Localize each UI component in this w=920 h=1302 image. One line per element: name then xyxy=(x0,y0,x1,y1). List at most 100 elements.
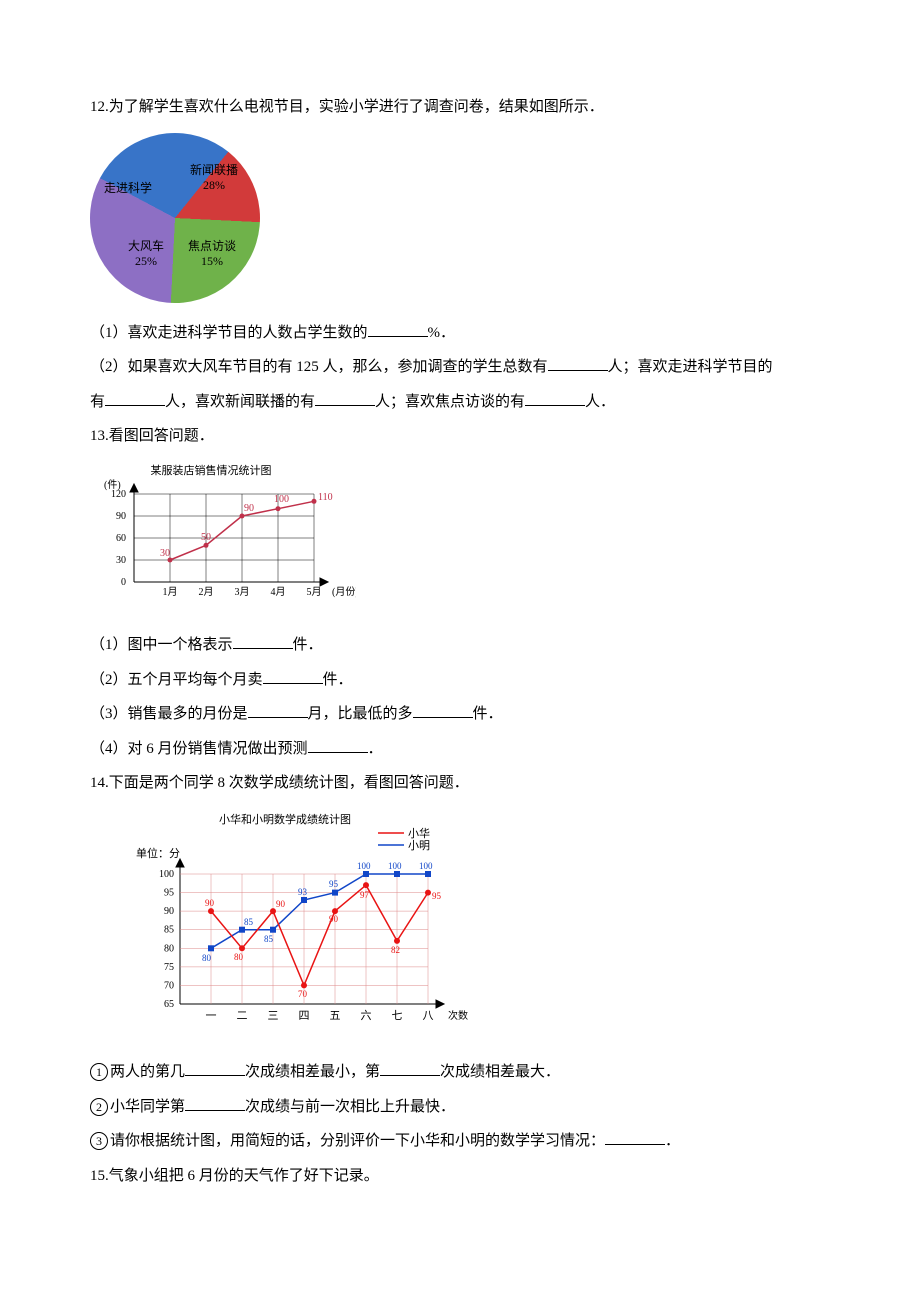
question-text: 人，喜欢新闻联播的有 xyxy=(165,394,315,410)
question-text: 件． xyxy=(323,672,353,688)
tick-label: 65 xyxy=(164,999,174,1010)
data-label: 95 xyxy=(432,891,442,901)
question-text: （2）五个月平均每个月卖 xyxy=(90,672,263,688)
q14-sub3: 3请你根据统计图，用简短的话，分别评价一下小华和小明的数学学习情况：． xyxy=(90,1124,830,1159)
tick-label: 1月 xyxy=(163,586,178,598)
fill-blank[interactable] xyxy=(185,1060,245,1076)
fill-blank[interactable] xyxy=(525,390,585,406)
fill-blank[interactable] xyxy=(413,702,473,718)
data-label: 93 xyxy=(298,887,308,897)
question-text: 月，比最低的多 xyxy=(308,706,413,722)
data-label: 100 xyxy=(419,861,433,871)
tick-label: 4月 xyxy=(271,586,286,598)
x-axis-label: 次数 xyxy=(448,1009,468,1022)
data-label: 95 xyxy=(329,879,339,889)
pie-slice-label: 新闻联播 xyxy=(190,163,238,177)
tick-label: 90 xyxy=(164,906,174,917)
pie-slice-percent: 25% xyxy=(135,254,157,268)
data-label: 90 xyxy=(329,914,339,924)
question-text: 小华同学第 xyxy=(110,1099,185,1115)
legend-label: 小明 xyxy=(408,839,430,852)
fill-blank[interactable] xyxy=(315,390,375,406)
data-label: 100 xyxy=(274,494,289,505)
question-text: 次成绩与前一次相比上升最快． xyxy=(245,1099,455,1115)
pie-slice-label: 走进科学 xyxy=(104,181,152,195)
data-label: 85 xyxy=(244,917,254,927)
q13-sub2: （2）五个月平均每个月卖 件． xyxy=(90,663,830,698)
tick-label: 五 xyxy=(330,1010,341,1022)
tick-label: 三 xyxy=(268,1010,279,1022)
fill-blank[interactable] xyxy=(380,1060,440,1076)
q12-sub1: （1）喜欢走进科学节目的人数占学生数的 %． xyxy=(90,316,830,351)
data-label: 82 xyxy=(391,945,400,955)
question-text: %． xyxy=(428,325,456,341)
q12-pie-chart: 新闻联播 28% 焦点访谈 15% 大风车 25% 走进科学 xyxy=(90,133,290,308)
tick-label: 0 xyxy=(121,577,126,588)
question-text: 人． xyxy=(585,394,615,410)
tick-label: 30 xyxy=(116,555,126,566)
tick-label: 5月 xyxy=(307,586,322,598)
fill-blank[interactable] xyxy=(605,1129,665,1145)
q12-sub2-line2: 有人，喜欢新闻联播的有人；喜欢焦点访谈的有人． xyxy=(90,385,830,420)
data-label: 97 xyxy=(360,890,370,900)
q12-sub2-line1: （2）如果喜欢大风车节目的有 125 人，那么，参加调查的学生总数有 人；喜欢走进… xyxy=(90,350,830,385)
data-label: 110 xyxy=(318,492,333,503)
tick-label: 二 xyxy=(237,1010,248,1022)
fill-blank[interactable] xyxy=(368,321,428,337)
data-label: 80 xyxy=(202,953,212,963)
fill-blank[interactable] xyxy=(185,1095,245,1111)
question-text: （4）对 6 月份销售情况做出预测 xyxy=(90,741,308,757)
question-text: 人；喜欢走进科学节目的 xyxy=(608,359,773,375)
data-label: 90 xyxy=(244,503,254,514)
chart-title: 小华和小明数学成绩统计图 xyxy=(219,812,351,826)
y-axis-label: 单位：分 xyxy=(136,846,180,860)
question-text: （1）喜欢走进科学节目的人数占学生数的 xyxy=(90,325,368,341)
fill-blank[interactable] xyxy=(263,668,323,684)
pie-icon xyxy=(60,103,290,333)
tick-label: 一 xyxy=(206,1010,217,1022)
fill-blank[interactable] xyxy=(105,390,165,406)
question-text: ． xyxy=(368,741,383,757)
question-text: （2）如果喜欢大风车节目的有 125 人，那么，参加调查的学生总数有 xyxy=(90,359,548,375)
data-label: 100 xyxy=(388,861,402,871)
pie-slice-percent: 28% xyxy=(203,178,225,192)
tick-label: 70 xyxy=(164,980,174,991)
tick-label: 八 xyxy=(423,1010,434,1022)
pie-label-windmill: 大风车 25% xyxy=(128,239,164,269)
pie-slice-percent: 15% xyxy=(201,254,223,268)
tick-label: 七 xyxy=(392,1009,403,1022)
data-label: 50 xyxy=(201,532,211,543)
pie-label-science: 走进科学 xyxy=(104,181,152,196)
fill-blank[interactable] xyxy=(548,355,608,371)
tick-label: 3月 xyxy=(235,586,250,598)
x-axis-label: (月份) xyxy=(332,586,356,598)
circled-number-icon: 3 xyxy=(90,1132,108,1150)
chart-title: 某服装店销售情况统计图 xyxy=(151,463,272,477)
data-label: 90 xyxy=(205,898,215,908)
tick-label: 85 xyxy=(164,924,174,935)
data-label: 85 xyxy=(264,934,274,944)
question-text: （3）销售最多的月份是 xyxy=(90,706,248,722)
q14-sub2: 2小华同学第 次成绩与前一次相比上升最快． xyxy=(90,1090,830,1125)
tick-label: 90 xyxy=(116,511,126,522)
question-text: ． xyxy=(665,1133,680,1149)
data-label: 80 xyxy=(234,952,244,962)
tick-label: 75 xyxy=(164,961,174,972)
tick-label: 100 xyxy=(159,869,174,880)
q13-sub3: （3）销售最多的月份是 月，比最低的多 件． xyxy=(90,697,830,732)
q14-prompt: 14.下面是两个同学 8 次数学成绩统计图，看图回答问题． xyxy=(90,766,830,801)
question-text: 件． xyxy=(293,637,323,653)
fill-blank[interactable] xyxy=(233,633,293,649)
question-text: 件． xyxy=(473,706,503,722)
data-label: 30 xyxy=(160,548,170,559)
circled-number-icon: 2 xyxy=(90,1098,108,1116)
fill-blank[interactable] xyxy=(308,737,368,753)
legend-label: 小华 xyxy=(408,826,430,840)
pie-label-focus: 焦点访谈 15% xyxy=(188,239,236,269)
question-text: （1）图中一个格表示 xyxy=(90,637,233,653)
pie-slice-label: 焦点访谈 xyxy=(188,239,236,253)
question-text: 次成绩相差最大． xyxy=(440,1064,560,1080)
tick-label: 120 xyxy=(111,489,126,500)
fill-blank[interactable] xyxy=(248,702,308,718)
line-chart-icon: 某服装店销售情况统计图 (件) 0 30 60 90 120 30 50 90 … xyxy=(96,462,356,607)
